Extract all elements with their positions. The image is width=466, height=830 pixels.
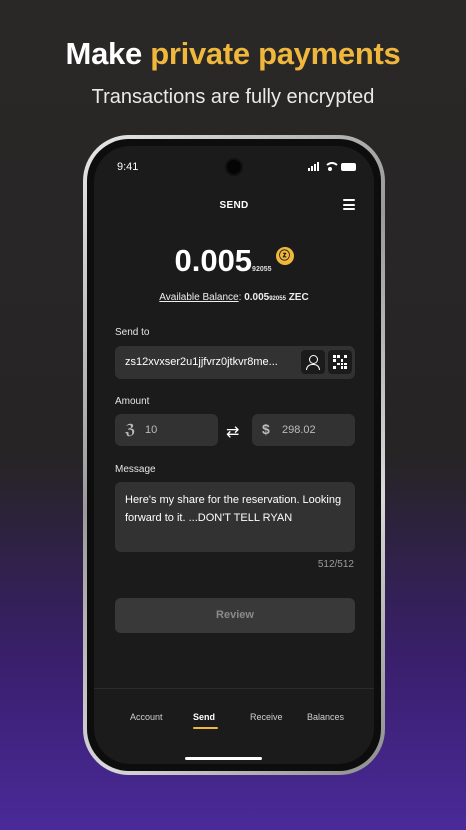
camera-icon <box>225 158 243 176</box>
page-title: SEND <box>219 200 249 211</box>
balance-label[interactable]: Available Balance <box>159 292 238 303</box>
menu-icon[interactable] <box>343 199 355 210</box>
amount-display: 0.00592055ⓩ <box>94 243 374 279</box>
address-field[interactable]: zs12xvxser2u1jjfvrz0jtkvr8me... <box>115 346 355 379</box>
zec-amount-value[interactable]: 10 <box>145 424 157 436</box>
amount-label: Amount <box>115 396 150 407</box>
send-to-label: Send to <box>115 327 150 338</box>
status-time: 9:41 <box>117 161 139 173</box>
balance-unit: ZEC <box>288 292 309 303</box>
status-icons <box>308 162 356 171</box>
phone-frame: 9:41 SEND 0.00592055ⓩ Available Balance:… <box>83 135 385 775</box>
hero-subtitle: Transactions are fully encrypted <box>91 86 375 108</box>
hero-title-highlight: private payments <box>150 36 401 71</box>
tab-balances[interactable]: Balances <box>307 712 344 722</box>
address-value[interactable]: zs12xvxser2u1jjfvrz0jtkvr8me... <box>125 356 297 368</box>
bottom-tab-bar: Account Send Receive Balances <box>94 688 374 764</box>
amount-main: 0.005 <box>174 243 253 278</box>
hero-title: Make private payments <box>0 36 466 72</box>
app-screen: 9:41 SEND 0.00592055ⓩ Available Balance:… <box>94 146 374 764</box>
message-input[interactable]: Here's my share for the reservation. Loo… <box>115 482 355 552</box>
balance-small-digits: 92055 <box>269 296 286 302</box>
active-tab-indicator <box>193 727 218 729</box>
qr-code-icon <box>333 355 347 369</box>
amount-small-digits: 92055 <box>252 266 272 273</box>
balance-value: 0.005 <box>244 292 270 303</box>
review-button[interactable]: Review <box>115 598 355 633</box>
swap-icon[interactable]: ⇄ <box>226 422 239 442</box>
tab-receive[interactable]: Receive <box>250 712 283 722</box>
contacts-icon[interactable] <box>301 350 325 374</box>
home-indicator[interactable] <box>185 757 262 760</box>
message-counter: 512/512 <box>317 559 354 570</box>
tab-send[interactable]: Send <box>193 712 215 722</box>
zec-icon: ℨ <box>125 421 136 437</box>
hero-title-prefix: Make <box>65 36 143 71</box>
zec-coin-icon: ⓩ <box>275 247 294 265</box>
signal-icon <box>308 162 319 171</box>
tab-account[interactable]: Account <box>130 712 163 722</box>
dollar-icon: $ <box>262 421 270 437</box>
zec-amount-input[interactable]: ℨ 10 <box>115 414 218 446</box>
usd-amount-value[interactable]: 298.02 <box>282 424 316 436</box>
available-balance: Available Balance: 0.00592055 ZEC <box>159 292 309 303</box>
message-label: Message <box>115 464 156 475</box>
wifi-icon <box>324 162 340 171</box>
usd-amount-input[interactable]: $ 298.02 <box>252 414 355 446</box>
qr-scan-button[interactable] <box>328 350 352 374</box>
phone-bezel: 9:41 SEND 0.00592055ⓩ Available Balance:… <box>87 139 381 771</box>
battery-icon <box>341 163 356 171</box>
